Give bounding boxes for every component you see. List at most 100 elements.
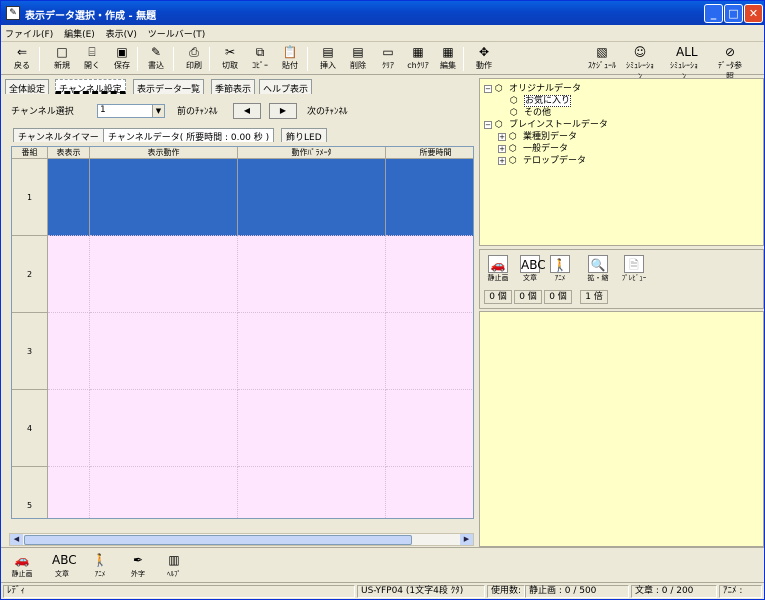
toolbar-button-clear[interactable]: ▭ ｸﾘｱ [373,45,403,73]
grid-cell[interactable] [238,313,386,390]
grid-cell[interactable] [238,467,386,518]
grid-row-number[interactable]: 5 [12,467,48,518]
tab-2[interactable]: 表示データ一覧 [133,79,205,95]
scroll-thumb[interactable] [24,535,412,545]
collapse-icon[interactable]: − [484,85,492,93]
toolbar-button-edit[interactable]: ▦ 編集 [433,45,463,73]
grid-cell[interactable] [90,467,238,518]
subtab-0[interactable]: チャンネルタイマー [13,128,104,143]
grid-cell[interactable] [386,313,473,390]
toolbar-button-schedule[interactable]: ▧ ｽｹｼﾞｭｰﾙ [587,45,617,73]
toolbar-button-write[interactable]: ✎ 書込 [141,45,171,73]
toolbar-button-simulation-all[interactable]: ALL ｼﾐｭﾚｰｼｮﾝ [669,45,699,81]
simulation-icon: ☺ [633,45,647,59]
data-tree[interactable]: − ⬡ オリジナルデータ ⬡ お気に入り ⬡ その他 − ⬡ ブレインストールデータ + ⬡ 業種別デー… [479,78,764,246]
toolbar-button-back[interactable]: ⇐ 戻る [7,45,37,73]
print-icon: ⎙ [189,45,199,59]
prev-channel-button[interactable]: ◀ [233,103,261,119]
expand-icon[interactable]: + [498,133,506,141]
scroll-left-icon[interactable]: ◀ [10,534,23,545]
clear-icon: ▭ [382,45,394,59]
bottom-button-text[interactable]: ABC 文章 [47,551,77,581]
toolbar-button-data-ref[interactable]: ⊘ ﾃﾞｰﾀ参照 [715,45,745,81]
toolbar-button-open[interactable]: ⌸ 開く [77,45,107,73]
toolbar-button-ch-clear[interactable]: ▦ chｸﾘｱ [403,45,433,73]
content-list-panel[interactable] [479,311,764,547]
subtab-2[interactable]: 飾りLED [281,128,327,143]
toolbar-button-save[interactable]: ▣ 保存 [107,45,137,73]
status-anime-count: ｱﾆﾒ : [719,585,762,598]
menu-toolbar[interactable]: ツールバー(T) [144,25,210,40]
grid-cell[interactable] [48,390,90,467]
tab-3[interactable]: 季節表示 [211,79,256,95]
collapse-icon[interactable]: − [484,121,492,129]
content-button-zoom[interactable]: 🔍 拡・縮 [584,255,612,287]
toolbar-button-paste[interactable]: 📋 貼付 [275,45,305,73]
paste-icon: 📋 [282,45,298,59]
maximize-button[interactable]: □ [724,4,743,23]
text-icon: ABC [52,553,77,567]
grid-cell[interactable] [238,236,386,313]
bottom-button-help[interactable]: ▥ ﾍﾙﾌﾟ [159,551,189,581]
grid-cell[interactable] [90,313,238,390]
bottom-button-anime[interactable]: 🚶 ｱﾆﾒ [85,551,115,581]
menu-view[interactable]: 表示(V) [102,25,141,40]
toolbar-button-simulation[interactable]: ☺ ｼﾐｭﾚｰｼｮﾝ [625,45,655,81]
toolbar-button-delete[interactable]: ▤ 削除 [343,45,373,73]
scroll-right-icon[interactable]: ▶ [460,534,473,545]
toolbar-button-cut[interactable]: ✂ 切取 [215,45,245,73]
grid-cell[interactable] [238,390,386,467]
status-ready: ﾚﾃﾞｨ [3,585,355,598]
grid-header-3[interactable]: 動作ﾊﾟﾗﾒｰﾀ [238,147,386,159]
grid-cell[interactable] [90,390,238,467]
grid-row-number[interactable]: 1 [12,159,48,236]
tree-node[interactable]: + ⬡ テロップデータ [498,153,586,166]
grid-cell[interactable] [90,159,238,236]
bottom-button-external-char[interactable]: ✒ 外字 [123,551,153,581]
toolbar-button-action[interactable]: ✥ 動作 [469,45,499,73]
toolbar-button-print[interactable]: ⎙ 印刷 [179,45,209,73]
content-button-anime[interactable]: 🚶 ｱﾆﾒ [546,255,574,287]
content-button-preview[interactable]: 🗎 ﾌﾟﾚﾋﾞｭｰ [620,255,648,287]
grid-header-1[interactable]: 表表示 [48,147,90,159]
grid-cell[interactable] [48,313,90,390]
subtab-1[interactable]: チャンネルデータ( 所要時間 : 0.00 秒 ) [103,128,275,143]
grid-cell[interactable] [48,467,90,518]
content-button-text[interactable]: ABC 文章 [516,255,546,287]
grid-row-number[interactable]: 2 [12,236,48,313]
menu-file[interactable]: ファイル(F) [1,25,57,40]
expand-icon[interactable]: + [498,157,506,165]
grid-header-4[interactable]: 所要時間 [386,147,473,159]
title-bar: ✎ 表示データ選択・作成 - 無題 _ □ ✕ [1,1,764,25]
grid-cell[interactable] [48,159,90,236]
channel-select[interactable]: 1 ▼ [97,104,165,118]
next-channel-button[interactable]: ▶ [269,103,297,119]
grid-cell[interactable] [386,467,473,518]
horizontal-scrollbar[interactable]: ◀ ▶ [9,533,474,546]
minimize-button[interactable]: _ [704,4,723,23]
menu-edit[interactable]: 編集(E) [60,25,99,40]
toolbar-button-copy[interactable]: ⧉ ｺﾋﾟｰ [245,45,275,73]
grid-cell[interactable] [386,236,473,313]
grid-row-number[interactable]: 4 [12,390,48,467]
toolbar-button-new[interactable]: □ 新規 [47,45,77,73]
tab-0[interactable]: 全体設定 [5,79,50,95]
chevron-down-icon[interactable]: ▼ [152,105,164,117]
toolbar-button-insert[interactable]: ▤ 挿入 [313,45,343,73]
grid-cell[interactable] [90,236,238,313]
bottom-button-still-image[interactable]: 🚗 静止画 [7,551,37,581]
expand-icon[interactable]: + [498,145,506,153]
grid-cell[interactable] [386,159,473,236]
content-button-still-image[interactable]: 🚗 静止画 [484,255,512,287]
grid-cell[interactable] [386,390,473,467]
grid-cell[interactable] [238,159,386,236]
preview-icon: 🗎 [624,255,644,273]
grid-header-0[interactable]: 番組 [12,147,48,159]
tab-1[interactable]: チャンネル設定 [55,79,126,95]
close-button[interactable]: ✕ [744,4,763,23]
grid-cell[interactable] [48,236,90,313]
grid-row-number[interactable]: 3 [12,313,48,390]
tab-4[interactable]: ヘルプ表示 [259,79,313,95]
grid-header-2[interactable]: 表示動作 [90,147,238,159]
channel-data-grid[interactable]: 番組 表表示 表示動作 動作ﾊﾟﾗﾒｰﾀ 所要時間 1 2 3 4 5 [11,146,474,519]
